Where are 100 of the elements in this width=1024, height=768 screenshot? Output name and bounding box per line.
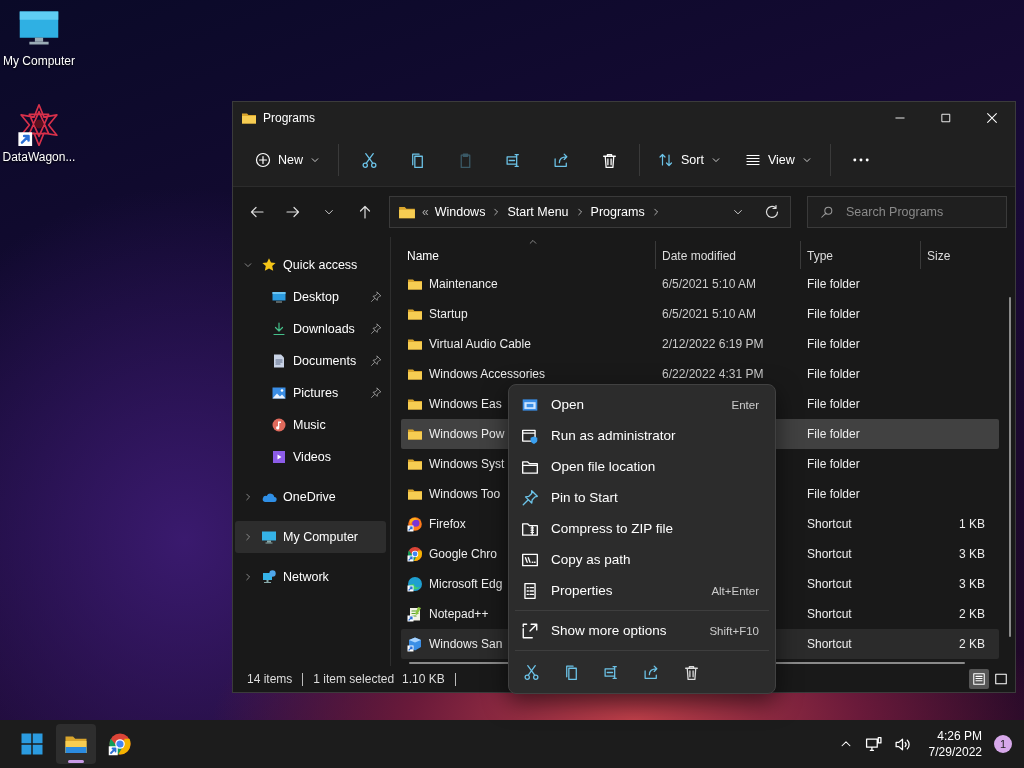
music-note-icon xyxy=(271,417,287,433)
date-modified: 6/5/2021 5:10 AM xyxy=(662,277,757,291)
taskbar-button[interactable] xyxy=(56,724,96,764)
sidebar-item[interactable]: Documents xyxy=(235,345,386,377)
back-arrow-icon[interactable] xyxy=(249,204,265,220)
trash-icon[interactable] xyxy=(683,664,700,681)
notification-badge[interactable]: 1 xyxy=(994,735,1012,753)
network-icon[interactable] xyxy=(864,735,882,753)
sort-button[interactable]: Sort xyxy=(648,146,731,174)
menu-item[interactable]: Pin to Start xyxy=(513,482,771,513)
up-arrow-icon[interactable] xyxy=(357,204,373,220)
view-button[interactable]: View xyxy=(734,146,822,174)
copy-icon[interactable] xyxy=(563,664,580,681)
sidebar-item[interactable]: My Computer xyxy=(235,521,386,553)
column-header[interactable]: Size xyxy=(927,249,951,263)
list-view-icon xyxy=(744,152,761,168)
file-type: File folder xyxy=(807,427,860,441)
network-icon xyxy=(261,569,277,585)
pin-icon[interactable] xyxy=(370,323,382,335)
chevron-right-icon[interactable] xyxy=(243,492,253,502)
cut-icon[interactable] xyxy=(523,664,540,681)
rename-icon[interactable] xyxy=(603,664,620,681)
column-header[interactable]: Name xyxy=(407,249,439,263)
share-icon[interactable] xyxy=(643,664,660,681)
file-size: 3 KB xyxy=(959,577,985,591)
trash-icon[interactable] xyxy=(600,151,618,169)
refresh-icon[interactable] xyxy=(764,204,780,220)
rename-icon[interactable] xyxy=(504,151,522,169)
sidebar-item[interactable]: Pictures xyxy=(235,377,386,409)
video-icon xyxy=(271,449,287,465)
pin-icon[interactable] xyxy=(370,355,382,367)
active-indicator xyxy=(68,760,84,763)
search-field[interactable]: Search Programs xyxy=(807,196,1007,228)
clock-date[interactable]: 7/29/2022 xyxy=(928,744,982,760)
selection-info: 1 item selected xyxy=(313,672,395,686)
computer-icon xyxy=(261,529,277,545)
desktop-icon-label[interactable]: My Computer xyxy=(3,54,75,68)
chevron-down-icon xyxy=(310,155,320,165)
menu-item[interactable]: Open file location xyxy=(513,451,771,482)
file-name: Windows San xyxy=(429,637,503,651)
file-type: Shortcut xyxy=(807,577,852,591)
file-type: Shortcut xyxy=(807,517,852,531)
tiles-view-icon xyxy=(994,672,1008,686)
menu-item[interactable]: Open Enter xyxy=(513,389,771,420)
star-logo-icon[interactable] xyxy=(17,102,61,146)
sidebar-item[interactable]: Network xyxy=(235,561,386,593)
menu-item[interactable]: Copy as path xyxy=(513,544,771,575)
picture-icon xyxy=(271,385,287,401)
menu-item[interactable]: Properties Alt+Enter xyxy=(513,575,771,606)
sidebar-item[interactable]: Quick access xyxy=(235,249,386,281)
file-type: File folder xyxy=(807,277,860,291)
cut-icon[interactable] xyxy=(360,151,378,169)
desktop-folder-icon xyxy=(271,289,287,305)
share-icon[interactable] xyxy=(552,151,570,169)
chrome-icon xyxy=(108,732,132,756)
sidebar-item[interactable]: Desktop xyxy=(235,281,386,313)
column-header[interactable]: Date modified xyxy=(662,249,737,263)
properties-icon xyxy=(521,581,539,600)
sidebar-item[interactable]: OneDrive xyxy=(235,481,386,513)
file-name: Notepad++ xyxy=(429,607,489,621)
expand-icon xyxy=(521,621,539,640)
column-header[interactable]: Type xyxy=(807,249,833,263)
address-bar[interactable]: « Windows Start Menu Programs xyxy=(389,196,791,228)
menu-item[interactable]: Run as administrator xyxy=(513,420,771,451)
file-type: File folder xyxy=(807,397,860,411)
sidebar-item[interactable]: Videos xyxy=(235,441,386,473)
desktop-icon-label[interactable]: DataWagon... xyxy=(2,150,76,164)
chevron-down-icon xyxy=(801,155,812,165)
scrollbar-thumb[interactable] xyxy=(1009,297,1011,637)
file-type: File folder xyxy=(807,367,860,381)
file-name: Microsoft Edg xyxy=(429,577,503,591)
forward-arrow-icon[interactable] xyxy=(285,204,301,220)
date-modified: 6/5/2021 5:10 AM xyxy=(662,307,757,321)
new-button[interactable]: New xyxy=(245,146,330,174)
sidebar-item[interactable]: Music xyxy=(235,409,386,441)
menu-item[interactable]: Compress to ZIP file xyxy=(513,513,771,544)
overflow-chevrons[interactable]: « xyxy=(422,205,429,219)
search-icon xyxy=(820,205,834,219)
details-view-icon xyxy=(972,672,986,686)
file-name: Windows Eas xyxy=(429,397,502,411)
file-name: Windows Syst xyxy=(429,457,505,471)
selection-size: 1.10 KB xyxy=(402,672,445,686)
maximize-icon[interactable] xyxy=(940,112,952,124)
breadcrumb[interactable]: Start Menu xyxy=(507,205,569,219)
file-size: 1 KB xyxy=(959,517,985,531)
pin-icon[interactable] xyxy=(370,387,382,399)
file-size: 2 KB xyxy=(959,637,985,651)
breadcrumb[interactable]: Programs xyxy=(590,205,645,219)
menu-item[interactable]: Show more options Shift+F10 xyxy=(513,615,771,646)
file-type: Shortcut xyxy=(807,607,852,621)
chevron-right-icon[interactable] xyxy=(243,572,253,582)
star-icon xyxy=(261,257,277,273)
close-icon[interactable] xyxy=(985,111,999,125)
sidebar-item[interactable]: Downloads xyxy=(235,313,386,345)
file-name: Startup xyxy=(429,307,468,321)
clock-time[interactable]: 4:26 PM xyxy=(937,728,982,744)
pin-icon[interactable] xyxy=(370,291,382,303)
volume-icon[interactable] xyxy=(893,735,911,753)
details-view-button[interactable] xyxy=(969,669,989,689)
breadcrumb[interactable]: Windows xyxy=(434,205,486,219)
